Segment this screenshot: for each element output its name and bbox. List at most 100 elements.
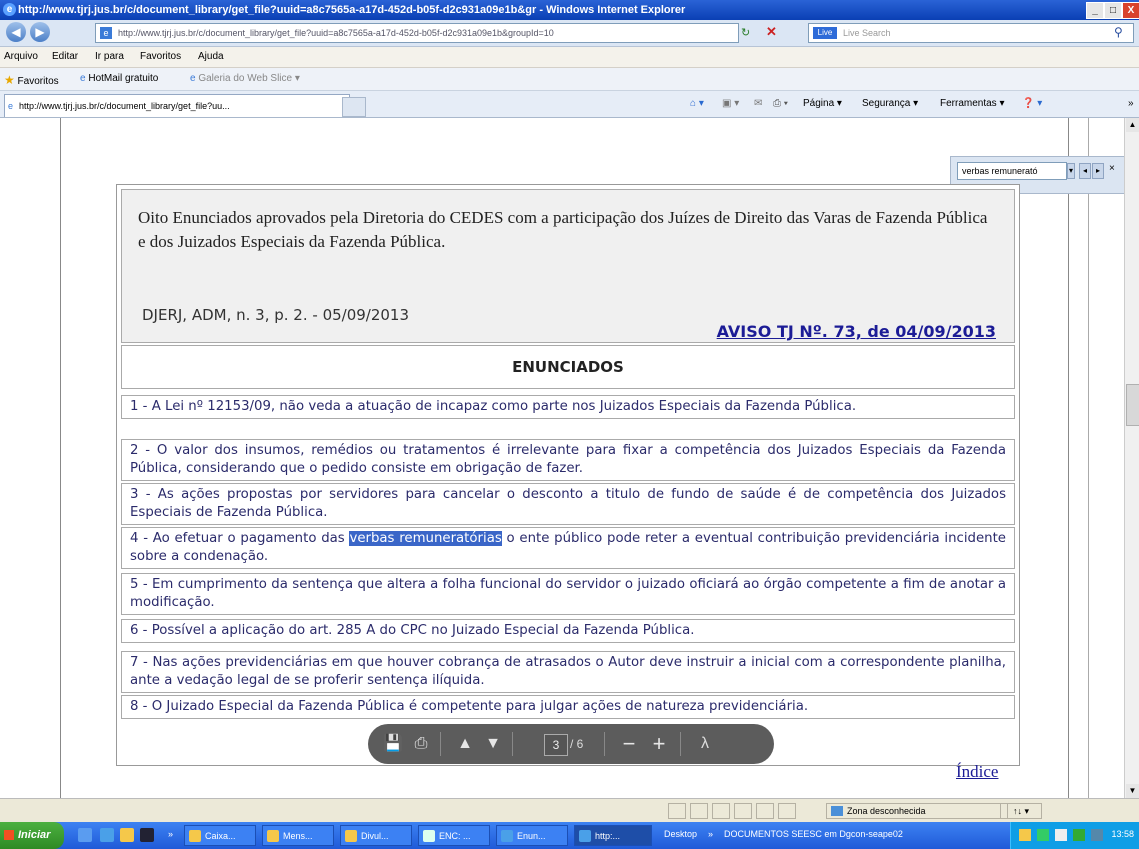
acrobat-icon[interactable]: λ: [694, 733, 716, 755]
refresh-icon[interactable]: ↻: [741, 26, 750, 39]
page-number-input[interactable]: 3: [544, 734, 568, 756]
find-dropdown-icon[interactable]: ▾: [1067, 163, 1075, 179]
menu-favoritos[interactable]: Favoritos: [140, 51, 181, 62]
taskbar: Iniciar » Caixa... Mens... Divul... ENC:…: [0, 822, 1139, 849]
quicklaunch-console-icon[interactable]: [140, 828, 154, 842]
quicklaunch-more-icon[interactable]: »: [168, 829, 173, 839]
separator: [512, 732, 513, 756]
home-icon[interactable]: ⌂ ▾: [690, 98, 704, 109]
security-menu[interactable]: Segurança ▾: [862, 98, 918, 109]
enunciado-6: 6 - Possível a aplicação do art. 285 A d…: [121, 619, 1015, 643]
separator: [440, 732, 441, 756]
print-icon[interactable]: ⎙ ▾: [773, 98, 788, 109]
documentos-toolbar[interactable]: DOCUMENTOS SEESC em Dgcon-seape02: [724, 829, 903, 839]
quicklaunch-desktop-icon[interactable]: [78, 828, 92, 842]
quicklaunch-folder-icon[interactable]: [120, 828, 134, 842]
taskbar-button-caixa[interactable]: Caixa...: [184, 825, 256, 846]
desktop-toolbar[interactable]: Desktop: [664, 829, 697, 839]
page-content: verbas remunerató ▾ ◂ ▸ × Oito Enunciado…: [0, 118, 1124, 798]
find-prev-button[interactable]: ◂: [1079, 163, 1091, 179]
minimize-button[interactable]: _: [1086, 2, 1104, 19]
status-bar: Zona desconhecida ↑↓ ▾: [0, 798, 1139, 823]
ie-page-icon: e: [190, 73, 196, 84]
zoom-out-icon[interactable]: −: [618, 733, 640, 755]
taskbar-label: http:...: [595, 831, 621, 841]
menu-arquivo[interactable]: Arquivo: [4, 51, 38, 62]
close-button[interactable]: X: [1122, 2, 1139, 19]
enunciado-8: 8 - O Juizado Especial da Fazenda Públic…: [121, 695, 1015, 719]
print-icon[interactable]: ⎙: [410, 733, 432, 755]
search-go-icon[interactable]: ⚲: [1114, 25, 1123, 39]
page-up-icon[interactable]: ▲: [454, 733, 476, 755]
toolbar-more-icon[interactable]: »: [708, 829, 713, 839]
section-title: ENUNCIADOS: [121, 345, 1015, 389]
save-icon[interactable]: 💾: [382, 733, 404, 755]
taskbar-button-enc[interactable]: ENC: ...: [418, 825, 490, 846]
enunciado-2: 2 - O valor dos insumos, remédios ou tra…: [121, 439, 1015, 481]
menu-editar[interactable]: Editar: [52, 51, 78, 62]
tray-icon[interactable]: [1073, 829, 1085, 841]
separator: [604, 732, 605, 756]
taskbar-button-divul[interactable]: Divul...: [340, 825, 412, 846]
page-down-icon[interactable]: ▼: [482, 733, 504, 755]
fav-web-slice[interactable]: e Galeria do Web Slice ▾: [190, 73, 300, 84]
tray-icon[interactable]: [1037, 829, 1049, 841]
mail-icon[interactable]: ✉: [754, 98, 762, 109]
address-bar: ◀ ▶ e http://www.tjrj.jus.br/c/document_…: [0, 20, 1139, 47]
tray-icon[interactable]: [1055, 829, 1067, 841]
browser-tab[interactable]: e http://www.tjrj.jus.br/c/document_libr…: [4, 94, 350, 117]
search-field[interactable]: Live Live Search: [808, 23, 1134, 43]
page-icon: e: [100, 27, 112, 39]
favorites-button[interactable]: ★ Favoritos: [4, 73, 59, 87]
window-title: http://www.tjrj.jus.br/c/document_librar…: [18, 4, 686, 16]
menu-ajuda[interactable]: Ajuda: [198, 51, 224, 62]
search-highlight: verbas remuneratórias: [349, 531, 502, 546]
scroll-down-icon[interactable]: ▼: [1126, 784, 1139, 798]
zoom-control[interactable]: ↑↓ ▾: [1000, 803, 1042, 819]
zoom-in-icon[interactable]: +: [648, 733, 670, 755]
start-button[interactable]: Iniciar: [0, 822, 64, 849]
url-field[interactable]: e http://www.tjrj.jus.br/c/document_libr…: [95, 23, 739, 43]
fav-web-slice-label: Galeria do Web Slice: [198, 73, 293, 84]
maximize-button[interactable]: □: [1104, 2, 1122, 19]
tray-icon[interactable]: [1019, 829, 1031, 841]
stop-icon[interactable]: ✕: [766, 24, 777, 40]
fav-hotmail[interactable]: e HotMail gratuito: [80, 73, 158, 84]
feeds-icon[interactable]: ▣ ▾: [722, 98, 739, 109]
tab-row: e http://www.tjrj.jus.br/c/document_libr…: [0, 91, 1139, 118]
forward-button[interactable]: ▶: [30, 22, 50, 42]
windows-logo-icon: [4, 830, 14, 840]
taskbar-label: Enun...: [517, 831, 546, 841]
aviso-link[interactable]: AVISO TJ Nº. 73, de 04/09/2013: [717, 322, 996, 341]
index-link[interactable]: Índice: [956, 762, 998, 782]
chevron-right-icon[interactable]: »: [1128, 98, 1134, 109]
find-next-button[interactable]: ▸: [1092, 163, 1104, 179]
menu-ir-para[interactable]: Ir para: [95, 51, 124, 62]
fav-hotmail-label: HotMail gratuito: [88, 73, 159, 84]
new-tab-button[interactable]: [342, 97, 366, 117]
taskbar-button-http[interactable]: http:...: [574, 825, 652, 846]
quicklaunch-ie-icon[interactable]: [100, 828, 114, 842]
find-input[interactable]: verbas remunerató: [957, 162, 1067, 180]
vertical-scrollbar[interactable]: ▲ ▼: [1124, 118, 1139, 798]
outlook-icon: [267, 830, 279, 842]
tools-menu[interactable]: Ferramentas ▾: [940, 98, 1005, 109]
enunciado-5: 5 - Em cumprimento da sentença que alter…: [121, 573, 1015, 615]
clock[interactable]: 13:58: [1111, 829, 1134, 839]
security-zone[interactable]: Zona desconhecida: [826, 803, 1008, 819]
scroll-up-icon[interactable]: ▲: [1126, 118, 1139, 132]
message-icon: [345, 830, 357, 842]
taskbar-label: Divul...: [361, 831, 389, 841]
find-close-icon[interactable]: ×: [1109, 163, 1115, 174]
page-total: / 6: [570, 737, 584, 751]
scroll-thumb[interactable]: [1126, 384, 1139, 426]
tray-icon[interactable]: [1091, 829, 1103, 841]
help-icon[interactable]: ❓ ▾: [1022, 98, 1042, 109]
taskbar-button-enun[interactable]: Enun...: [496, 825, 568, 846]
back-button[interactable]: ◀: [6, 22, 26, 42]
status-panel: [778, 803, 796, 819]
page-menu[interactable]: Página ▾: [803, 98, 842, 109]
star-icon: ★: [4, 73, 15, 87]
globe-icon: [831, 806, 843, 816]
taskbar-button-mens[interactable]: Mens...: [262, 825, 334, 846]
